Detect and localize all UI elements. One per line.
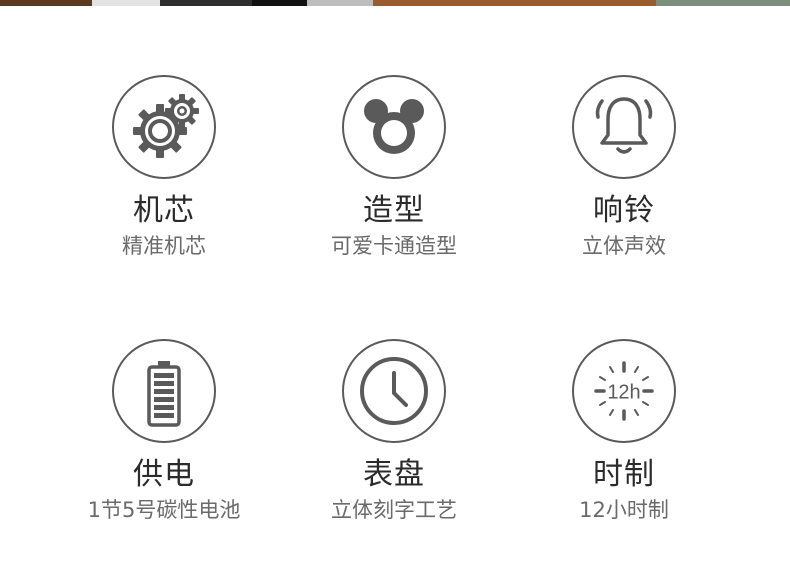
feature-subtitle: 立体刻字工艺 (331, 498, 457, 522)
feature-title: 供电 (133, 457, 195, 492)
bell-icon (572, 75, 676, 179)
feature-ring: 响铃 立体声效 (514, 75, 734, 261)
battery-icon (112, 339, 216, 443)
clock-icon (342, 339, 446, 443)
feature-title: 机芯 (133, 193, 195, 228)
feature-dial: 表盘 立体刻字工艺 (284, 339, 504, 525)
feature-shape: 造型 可爱卡通造型 (284, 75, 504, 261)
feature-title: 时制 (593, 457, 655, 492)
feature-subtitle: 1节5号碳性电池 (87, 498, 241, 522)
top-image-strip (0, 0, 790, 6)
twelve-hour-label: 12h (607, 382, 640, 404)
feature-time-format: 12h 时制 12小时制 (514, 339, 734, 525)
gears-icon (112, 75, 216, 179)
twelve-hour-icon: 12h (572, 339, 676, 443)
feature-subtitle: 立体声效 (582, 234, 666, 258)
feature-title: 表盘 (363, 457, 425, 492)
feature-title: 造型 (363, 193, 425, 228)
mouse-ears-icon (342, 75, 446, 179)
feature-title: 响铃 (593, 193, 655, 228)
feature-movement: 机芯 精准机芯 (54, 75, 274, 261)
feature-subtitle: 12小时制 (579, 498, 669, 522)
feature-power: 供电 1节5号碳性电池 (54, 339, 274, 525)
feature-subtitle: 可爱卡通造型 (331, 234, 457, 258)
feature-subtitle: 精准机芯 (122, 234, 206, 258)
